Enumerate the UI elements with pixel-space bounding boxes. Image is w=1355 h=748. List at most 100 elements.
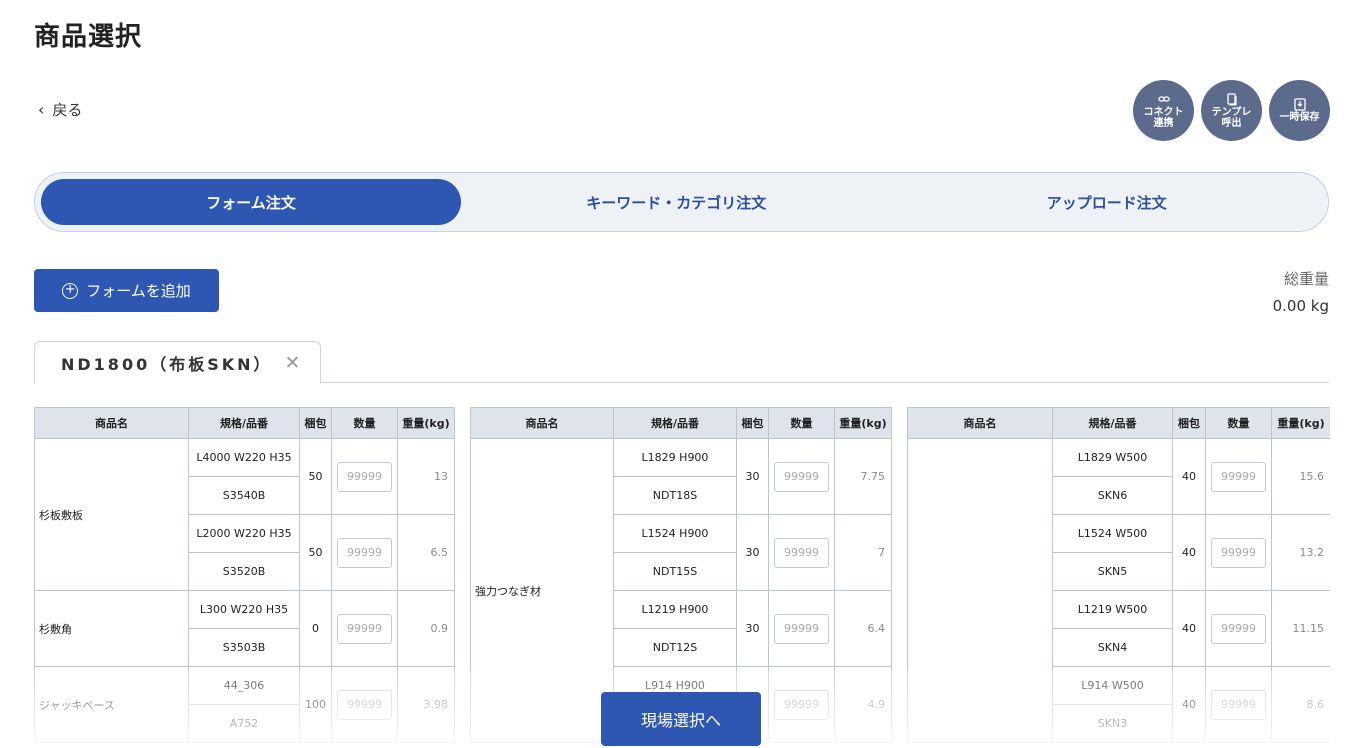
column-header: 商品名 xyxy=(34,407,189,439)
back-label: 戻る xyxy=(52,101,83,119)
pack-cell: 40 xyxy=(1172,590,1206,667)
temp-save-button[interactable]: 一時保存 xyxy=(1269,80,1330,141)
weight-cell: 15.6 xyxy=(1271,438,1330,515)
code-cell: NDT12S xyxy=(613,628,737,667)
spec-cell: L1524 W500 xyxy=(1052,514,1173,553)
table-row: 強力つなぎ材L1829 H900307.75 xyxy=(470,438,892,743)
column-header: 数量 xyxy=(768,407,835,439)
temp-save-label: 一時保存 xyxy=(1279,112,1320,123)
quantity-input[interactable] xyxy=(774,613,829,644)
spec-cell: L1524 H900 xyxy=(613,514,737,553)
spec-cell: L1219 W500 xyxy=(1052,590,1173,629)
code-cell: SKN5 xyxy=(1052,552,1173,591)
tab-keyword-order[interactable]: キーワード・カテゴリ注文 xyxy=(461,179,892,225)
action-buttons: コネクト 連携 テンプレ 呼出 一時保存 xyxy=(1133,80,1330,141)
quantity-cell xyxy=(331,438,398,515)
back-link[interactable]: ‹ 戻る xyxy=(38,99,82,120)
weight-cell: 11.15 xyxy=(1271,590,1330,667)
column-header: 梱包 xyxy=(1172,407,1206,439)
order-type-tabs: フォーム注文 キーワード・カテゴリ注文 アップロード注文 xyxy=(34,172,1329,232)
chevron-left-icon: ‹ xyxy=(38,100,45,119)
column-header: 数量 xyxy=(331,407,398,439)
column-header: 商品名 xyxy=(907,407,1053,439)
table-row: 杉敷角L300 W220 H350 0.9 xyxy=(34,590,455,667)
spec-cell: L1219 H900 xyxy=(613,590,737,629)
pack-cell: 0 xyxy=(299,590,332,667)
code-cell: S3520B xyxy=(188,552,300,591)
table-row: L1829 W5004015.6 xyxy=(907,438,1330,743)
quantity-cell xyxy=(331,590,398,667)
tab-form-order[interactable]: フォーム注文 xyxy=(41,179,461,225)
spec-cell: L1829 W500 xyxy=(1052,438,1173,477)
table-row: 杉板敷板L4000 W220 H3550 13 xyxy=(34,438,455,591)
pack-cell: 50 xyxy=(299,438,332,515)
weight-cell: 13.2 xyxy=(1271,514,1330,591)
spec-cell: L1829 H900 xyxy=(613,438,737,477)
tab-upload-order[interactable]: アップロード注文 xyxy=(892,179,1323,225)
code-cell: S3503B xyxy=(188,628,300,667)
quantity-input[interactable] xyxy=(1211,613,1266,644)
save-icon xyxy=(1293,98,1306,112)
column-header: 数量 xyxy=(1205,407,1272,439)
connect-label: コネクト 連携 xyxy=(1143,106,1184,129)
weight-cell: 13 xyxy=(397,438,455,515)
weight-cell: 7 xyxy=(834,514,892,591)
weight-cell: 6.5 xyxy=(397,514,455,591)
template-button[interactable]: テンプレ 呼出 xyxy=(1201,80,1262,141)
spec-cell: L300 W220 H35 xyxy=(188,590,300,629)
pack-cell: 30 xyxy=(736,590,769,667)
product-name: 杉板敷板 xyxy=(34,438,189,591)
column-header: 規格/品番 xyxy=(613,407,737,439)
form-tab[interactable]: ND1800（布板SKN） ✕ xyxy=(34,341,322,384)
column-header: 梱包 xyxy=(299,407,332,439)
column-header: 重量(kg) xyxy=(834,407,892,439)
form-tab-label: ND1800（布板SKN） xyxy=(61,354,273,374)
weight-cell: 0.9 xyxy=(397,590,455,667)
copy-icon xyxy=(1226,92,1238,107)
connect-button[interactable]: コネクト 連携 xyxy=(1133,80,1194,141)
column-header: 梱包 xyxy=(736,407,769,439)
quantity-input[interactable] xyxy=(1211,461,1266,492)
pack-cell: 40 xyxy=(1172,514,1206,591)
quantity-cell xyxy=(768,514,835,591)
column-header: 規格/品番 xyxy=(1052,407,1173,439)
weight-cell: 6.4 xyxy=(834,590,892,667)
quantity-cell xyxy=(768,438,835,515)
quantity-input[interactable] xyxy=(337,613,392,644)
weight-cell: 7.75 xyxy=(834,438,892,515)
quantity-input[interactable] xyxy=(337,461,392,492)
pack-cell: 30 xyxy=(736,514,769,591)
total-weight-label: 総重量 xyxy=(1283,270,1329,288)
column-header: 規格/品番 xyxy=(188,407,300,439)
add-form-label: フォームを追加 xyxy=(86,282,191,300)
quantity-input[interactable] xyxy=(774,461,829,492)
code-cell: NDT15S xyxy=(613,552,737,591)
quantity-input[interactable] xyxy=(774,537,829,568)
code-cell: SKN4 xyxy=(1052,628,1173,667)
close-icon[interactable]: ✕ xyxy=(285,352,301,374)
code-cell: NDT18S xyxy=(613,476,737,515)
quantity-input[interactable] xyxy=(1211,537,1266,568)
column-header: 商品名 xyxy=(470,407,614,439)
pack-cell: 40 xyxy=(1172,438,1206,515)
column-header: 重量(kg) xyxy=(1271,407,1330,439)
total-weight: 総重量 0.00 kg xyxy=(1273,268,1329,315)
column-header: 重量(kg) xyxy=(397,407,455,439)
total-weight-value: 0.00 kg xyxy=(1272,297,1329,315)
quantity-cell xyxy=(1205,514,1272,591)
page-title: 商品選択 xyxy=(34,22,143,52)
plus-circle-icon: + xyxy=(62,282,79,299)
spec-cell: L4000 W220 H35 xyxy=(188,438,300,477)
next-button[interactable]: 現場選択へ xyxy=(601,692,761,746)
quantity-input[interactable] xyxy=(337,537,392,568)
pack-cell: 30 xyxy=(736,438,769,515)
table-header-row: 商品名 規格/品番 梱包 数量 重量(kg) xyxy=(907,407,1330,439)
code-cell: SKN6 xyxy=(1052,476,1173,515)
quantity-cell xyxy=(1205,590,1272,667)
product-name: 杉敷角 xyxy=(34,590,189,667)
add-form-button[interactable]: + フォームを追加 xyxy=(34,269,219,312)
spec-cell: L2000 W220 H35 xyxy=(188,514,300,553)
template-label: テンプレ 呼出 xyxy=(1211,106,1252,129)
quantity-cell xyxy=(1205,438,1272,515)
code-cell: S3540B xyxy=(188,476,300,515)
